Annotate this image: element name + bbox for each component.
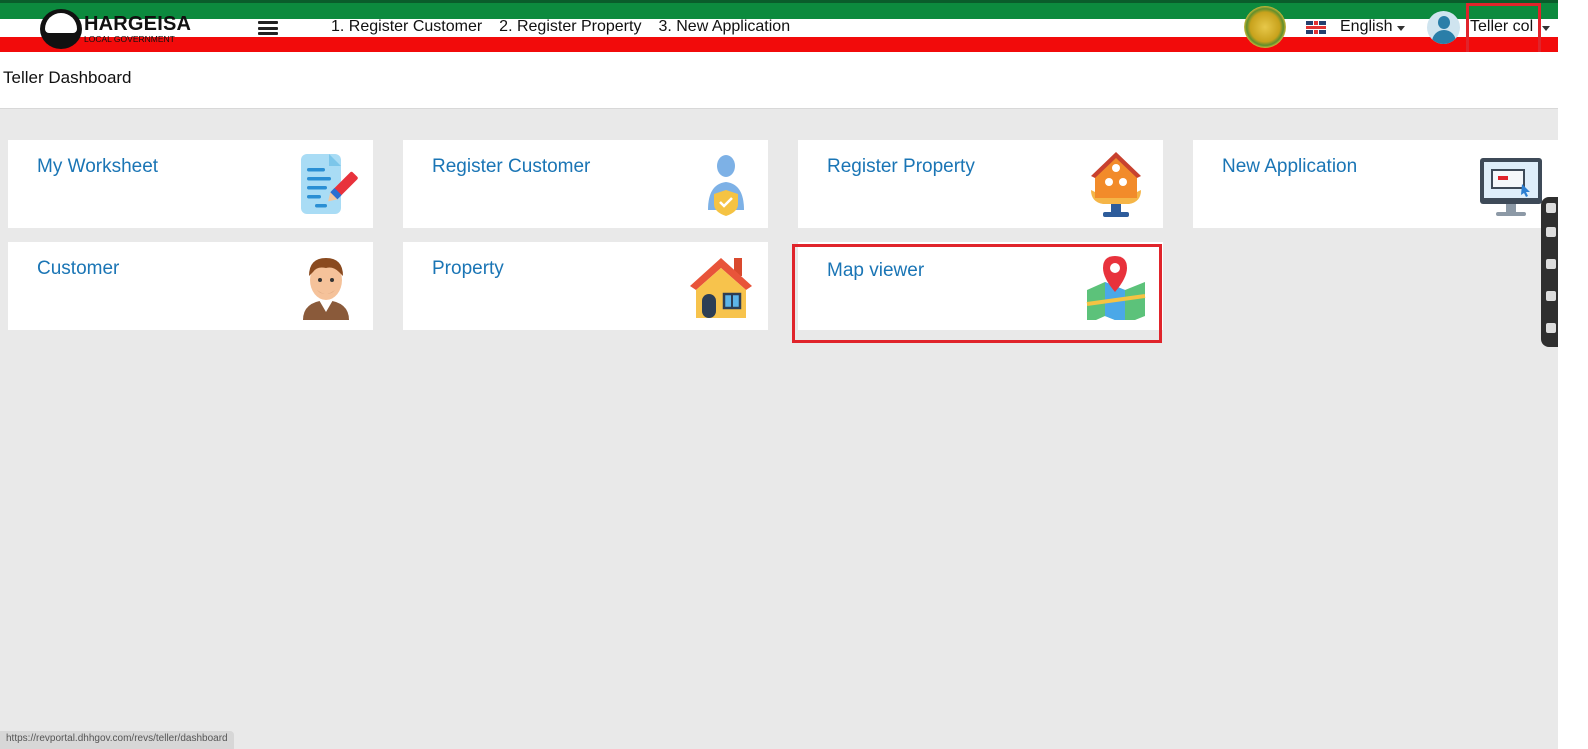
customer-icon [303, 258, 349, 320]
card-title: Register Property [827, 156, 975, 177]
flag-stripe-green [0, 0, 1558, 19]
site-logo[interactable]: HARGEISA LOCAL GOVERNMENT [40, 9, 191, 49]
card-map-viewer[interactable]: Map viewer [798, 242, 1163, 330]
government-emblem-icon [1244, 6, 1286, 48]
flag-stripe-red [0, 37, 1558, 52]
quick-links: 1. Register Customer 2. Register Propert… [331, 18, 790, 36]
property-icon [690, 258, 752, 318]
worksheet-icon [301, 154, 358, 214]
nav-link-register-customer[interactable]: 1. Register Customer [331, 18, 482, 36]
card-register-property[interactable]: Register Property [798, 140, 1163, 228]
card-title: Register Customer [432, 156, 591, 177]
card-register-customer[interactable]: Register Customer [403, 140, 768, 228]
register-property-icon [1091, 152, 1141, 217]
card-title: Map viewer [827, 260, 925, 281]
chevron-down-icon [1397, 25, 1406, 31]
page-header: Teller Dashboard [0, 52, 1558, 109]
card-title: My Worksheet [37, 156, 159, 177]
layers-icon[interactable] [1546, 291, 1556, 301]
card-title: Customer [37, 258, 120, 279]
user-name: Teller col [1470, 18, 1534, 35]
menu-toggle-icon[interactable] [258, 21, 278, 35]
page-title: Teller Dashboard [3, 68, 132, 87]
logo-badge-icon [40, 9, 82, 49]
card-property[interactable]: Property [403, 242, 768, 330]
user-menu[interactable]: Teller col [1470, 18, 1551, 36]
nav-link-register-property[interactable]: 2. Register Property [499, 18, 641, 36]
avatar[interactable] [1427, 11, 1460, 44]
pin-icon[interactable] [1546, 203, 1556, 213]
language-label: English [1340, 18, 1393, 35]
camera-icon[interactable] [1546, 227, 1556, 237]
floating-toolbar [1541, 197, 1558, 347]
map-viewer-icon [1086, 256, 1146, 320]
square-icon[interactable] [1546, 259, 1556, 269]
logo-title: HARGEISA [84, 13, 192, 36]
card-new-application[interactable]: New Application [1193, 140, 1558, 228]
uk-flag-icon [1306, 21, 1326, 34]
nav-link-new-application[interactable]: 3. New Application [658, 18, 790, 36]
status-url: https://revportal.dhhgov.com/revs/teller… [0, 731, 234, 749]
top-navbar: HARGEISA LOCAL GOVERNMENT 1. Register Cu… [0, 0, 1558, 52]
card-customer[interactable]: Customer [8, 242, 373, 330]
new-application-icon [1480, 158, 1542, 216]
card-title: New Application [1222, 156, 1358, 177]
logo-subtitle: LOCAL GOVERNMENT [84, 34, 175, 45]
scrollbar-area[interactable] [1558, 0, 1588, 749]
register-customer-icon [708, 155, 744, 216]
card-my-worksheet[interactable]: My Worksheet [8, 140, 373, 228]
language-selector[interactable]: English [1340, 18, 1406, 36]
card-title: Property [432, 258, 504, 279]
gear-icon[interactable] [1546, 323, 1556, 333]
chevron-down-icon [1542, 25, 1551, 31]
